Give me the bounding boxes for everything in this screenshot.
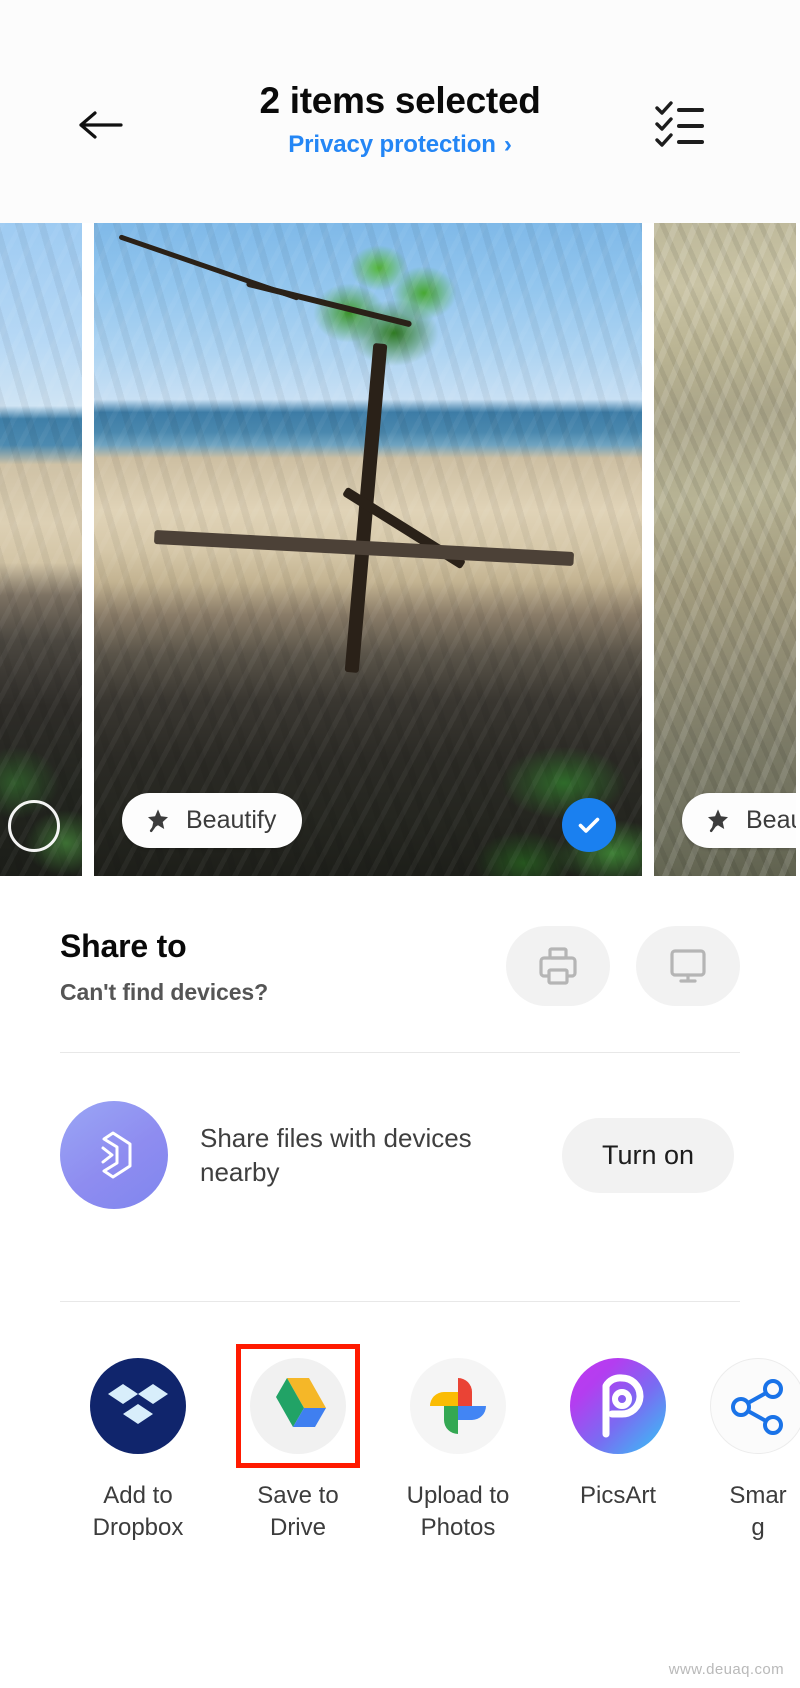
selection-circle-checked[interactable] <box>562 798 616 852</box>
beautify-label: Beautify <box>186 806 277 834</box>
quick-share-icon <box>101 1131 132 1179</box>
app-target-smart-share[interactable]: Smar g <box>698 1358 800 1543</box>
quick-share-icon-circle <box>60 1101 168 1209</box>
magic-wand-icon <box>148 808 168 832</box>
app-target-photos[interactable]: Upload to Photos <box>378 1358 538 1543</box>
photo-image <box>654 223 796 876</box>
app-icon-wrap <box>410 1358 506 1454</box>
checklist-icon <box>655 101 704 147</box>
photo-thumb-left[interactable] <box>0 223 82 876</box>
dropbox-glyph <box>108 1384 168 1424</box>
monitor-icon <box>670 949 706 983</box>
privacy-protection-link[interactable]: Privacy protection › <box>288 131 512 159</box>
share-header-actions <box>506 924 740 1006</box>
turn-on-button[interactable]: Turn on <box>562 1117 735 1193</box>
app-label: Add to Dropbox <box>92 1482 184 1541</box>
app-label: Upload to Photos <box>406 1482 510 1541</box>
photo-thumb-main[interactable]: Beautify <box>94 223 642 876</box>
google-drive-icon <box>250 1358 346 1454</box>
app-target-picsart[interactable]: PicsArt <box>538 1358 698 1512</box>
beautify-chip[interactable]: Beautify <box>122 793 303 848</box>
app-icon-wrap <box>570 1358 666 1454</box>
picsart-icon <box>570 1358 666 1454</box>
beautify-chip[interactable]: Beautify <box>682 793 796 848</box>
photo-image <box>0 223 82 876</box>
app-target-dropbox[interactable]: Add to Dropbox <box>58 1358 218 1543</box>
page-title: 2 items selected <box>259 80 541 121</box>
quick-share-row[interactable]: Share files with devices nearby Turn on <box>60 1053 740 1255</box>
google-photos-icon <box>410 1358 506 1454</box>
cant-find-devices-link[interactable]: Can't find devices? <box>60 979 268 1006</box>
google-photos-glyph <box>430 1378 486 1434</box>
print-button[interactable] <box>506 926 610 1006</box>
magic-wand-icon <box>708 808 728 832</box>
share-header-text: Share to Can't find devices? <box>60 924 268 1006</box>
app-icon-wrap <box>90 1358 186 1454</box>
photo-strip[interactable]: Beautify Beautify <box>0 223 800 876</box>
chevron-right-icon: › <box>503 130 512 158</box>
app-label: Smar g <box>729 1482 787 1541</box>
app-label: Save to Drive <box>257 1482 339 1541</box>
app-targets-row[interactable]: Add to Dropbox Save to Drive Upload to P… <box>58 1302 800 1543</box>
privacy-protection-label: Privacy protection <box>288 130 496 158</box>
cast-button[interactable] <box>636 926 740 1006</box>
google-drive-glyph <box>276 1378 326 1427</box>
check-icon <box>578 817 600 833</box>
app-label: PicsArt <box>579 1482 656 1509</box>
app-target-drive[interactable]: Save to Drive <box>218 1344 378 1543</box>
beautify-label: Beautify <box>746 806 796 834</box>
watermark: www.deuaq.com <box>668 1661 784 1678</box>
share-to-title: Share to <box>60 928 187 964</box>
header: 2 items selected Privacy protection › <box>0 0 800 223</box>
share-sheet-screen: 2 items selected Privacy protection › Be… <box>0 0 800 1688</box>
dropbox-icon <box>90 1358 186 1454</box>
app-icon-wrap <box>710 1358 800 1454</box>
select-mode-button[interactable] <box>652 98 708 150</box>
share-sheet: Share to Can't find devices? Share files… <box>0 876 800 1544</box>
photo-thumb-right[interactable]: Beautify <box>654 223 796 876</box>
picsart-glyph <box>602 1374 644 1438</box>
app-icon-wrap <box>236 1344 360 1468</box>
smart-share-icon <box>710 1358 800 1454</box>
selection-circle-unchecked[interactable] <box>8 800 60 852</box>
share-header: Share to Can't find devices? <box>60 876 740 1006</box>
smart-share-glyph <box>731 1379 783 1435</box>
printer-icon <box>539 947 577 985</box>
quick-share-label: Share files with devices nearby <box>200 1122 472 1187</box>
